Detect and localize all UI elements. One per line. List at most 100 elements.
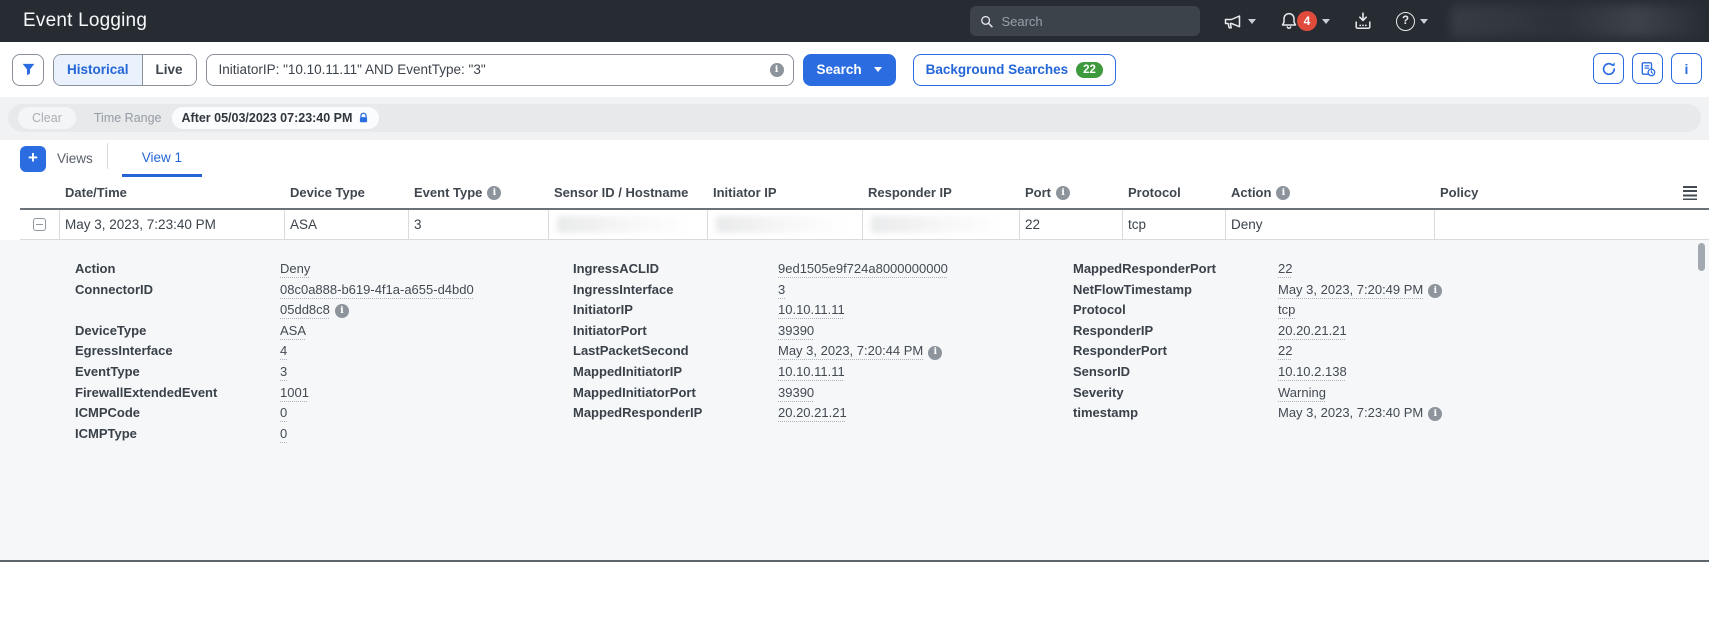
query-info-icon[interactable]: [770, 63, 784, 77]
user-account-redacted[interactable]: [1451, 5, 1701, 37]
info-button[interactable]: i: [1671, 53, 1702, 84]
info-icon[interactable]: [928, 346, 942, 360]
detail-value-text[interactable]: Deny: [280, 261, 310, 276]
table-row[interactable]: May 3, 2023, 7:23:40 PM ASA 3 22 tcp Den…: [20, 210, 1709, 240]
divider: [107, 143, 108, 169]
detail-field-value: 10.10.11.11: [778, 362, 1078, 383]
column-header-policy[interactable]: Policy: [1435, 185, 1683, 200]
announcements-button[interactable]: [1223, 12, 1256, 30]
vertical-scrollbar-thumb[interactable]: [1698, 243, 1705, 271]
detail-field-label: EventType: [75, 362, 280, 383]
detail-field-label: NetFlowTimestamp: [1073, 280, 1278, 301]
filter-funnel-icon: [21, 62, 36, 77]
info-icon[interactable]: [487, 186, 501, 200]
detail-value-text[interactable]: 3: [280, 364, 287, 379]
detail-value-text[interactable]: 3: [778, 282, 785, 297]
detail-value-text[interactable]: May 3, 2023, 7:20:44 PM: [778, 343, 923, 358]
detail-value-text[interactable]: 22: [1278, 343, 1292, 358]
cell-sensor-id: [549, 210, 708, 239]
detail-value-text[interactable]: 39390: [778, 385, 814, 400]
detail-value-text[interactable]: 0: [280, 426, 287, 441]
detail-field-value: 9ed1505e9f724a8000000000: [778, 259, 1078, 280]
detail-value-text[interactable]: Warning: [1278, 385, 1326, 400]
row-select-cell: [20, 210, 60, 239]
detail-field-value: May 3, 2023, 7:20:44 PM: [778, 341, 1078, 362]
detail-value-text[interactable]: 0: [280, 405, 287, 420]
cell-port: 22: [1020, 210, 1123, 239]
detail-field-value: ASA: [280, 321, 475, 342]
detail-field-label: MappedInitiatorPort: [573, 383, 778, 404]
notifications-button[interactable]: 4: [1279, 11, 1330, 31]
detail-value-text[interactable]: May 3, 2023, 7:20:49 PM: [1278, 282, 1423, 297]
cell-initiator-ip: [708, 210, 863, 239]
detail-value-text[interactable]: 20.20.21.21: [778, 405, 847, 420]
tab-live[interactable]: Live: [142, 55, 196, 85]
info-icon[interactable]: [1428, 284, 1442, 298]
detail-value-text[interactable]: 1001: [280, 385, 309, 400]
info-icon[interactable]: [335, 304, 349, 318]
detail-field-value: 39390: [778, 383, 1078, 404]
column-header-protocol[interactable]: Protocol: [1123, 185, 1226, 200]
column-header-event-type[interactable]: Event Type: [409, 185, 549, 200]
detail-value-text[interactable]: ASA: [280, 323, 306, 338]
info-icon[interactable]: [1056, 186, 1070, 200]
detail-row: DeviceType ASA: [75, 321, 475, 342]
column-settings-icon[interactable]: [1683, 186, 1697, 200]
background-searches-label: Background Searches: [926, 62, 1069, 77]
detail-value-text[interactable]: 10.10.2.138: [1278, 364, 1347, 379]
detail-field-label: MappedResponderIP: [573, 403, 778, 424]
detail-value-text[interactable]: 10.10.11.11: [778, 302, 845, 317]
detail-field-label: Action: [75, 259, 280, 280]
refresh-button[interactable]: [1593, 53, 1624, 84]
search-button[interactable]: Search: [803, 54, 896, 86]
info-icon[interactable]: [1428, 407, 1442, 421]
tab-view-1[interactable]: View 1: [122, 140, 202, 177]
info-icon[interactable]: [1276, 186, 1290, 200]
global-search-box[interactable]: [970, 6, 1200, 36]
detail-row: NetFlowTimestamp May 3, 2023, 7:20:49 PM: [1073, 280, 1578, 301]
background-searches-button[interactable]: Background Searches 22: [913, 54, 1116, 86]
tab-historical[interactable]: Historical: [54, 55, 142, 85]
collapse-row-icon[interactable]: [33, 218, 46, 231]
column-header-action[interactable]: Action: [1226, 185, 1435, 200]
column-header-initiator-ip[interactable]: Initiator IP: [708, 185, 863, 200]
time-range-value: After 05/03/2023 07:23:40 PM: [182, 111, 353, 125]
add-view-button[interactable]: [20, 146, 46, 172]
detail-field-value: May 3, 2023, 7:23:40 PM: [1278, 403, 1578, 424]
time-range-chip[interactable]: After 05/03/2023 07:23:40 PM: [172, 107, 380, 129]
detail-row: IngressInterface 3: [573, 280, 1078, 301]
detail-field-value: 22: [1278, 259, 1578, 280]
caret-down-icon: [1248, 19, 1256, 24]
detail-row: MappedInitiatorIP 10.10.11.11: [573, 362, 1078, 383]
column-header-responder-ip[interactable]: Responder IP: [863, 185, 1020, 200]
column-header-port[interactable]: Port: [1020, 185, 1123, 200]
detail-value-text[interactable]: 22: [1278, 261, 1292, 276]
detail-value-text[interactable]: May 3, 2023, 7:23:40 PM: [1278, 405, 1423, 420]
column-header-sensor-id[interactable]: Sensor ID / Hostname: [549, 185, 708, 200]
detail-field-value: 10.10.11.11: [778, 300, 1078, 321]
detail-value-text[interactable]: 20.20.21.21: [1278, 323, 1347, 338]
filter-button[interactable]: [12, 54, 44, 86]
clear-filters-button[interactable]: Clear: [18, 107, 76, 129]
column-header-datetime[interactable]: Date/Time: [60, 185, 285, 200]
global-search-input[interactable]: [1001, 14, 1190, 29]
detail-value-text[interactable]: 4: [280, 343, 287, 358]
detail-field-label: MappedInitiatorIP: [573, 362, 778, 383]
downloads-button[interactable]: [1353, 11, 1373, 31]
detail-value-text[interactable]: 39390: [778, 323, 814, 338]
detail-field-label: FirewallExtendedEvent: [75, 383, 280, 404]
detail-value-text[interactable]: 08c0a888-b619-4f1a-a655-d4bd005dd8c8: [280, 282, 474, 318]
detail-field-value: 3: [280, 362, 475, 383]
help-button[interactable]: [1396, 12, 1428, 31]
search-history-button[interactable]: [1632, 53, 1663, 84]
query-input[interactable]: [206, 54, 794, 86]
table-header: Date/Time Device Type Event Type Sensor …: [20, 177, 1709, 210]
detail-value-text[interactable]: 10.10.11.11: [778, 364, 845, 379]
cell-action: Deny: [1226, 210, 1435, 239]
detail-value-text[interactable]: 9ed1505e9f724a8000000000: [778, 261, 948, 276]
detail-row: IngressACLID 9ed1505e9f724a8000000000: [573, 259, 1078, 280]
views-tab-bar: Views View 1: [0, 140, 1709, 177]
detail-value-text[interactable]: tcp: [1278, 302, 1295, 317]
downloads-tray-icon: [1353, 11, 1373, 31]
column-header-device-type[interactable]: Device Type: [285, 185, 409, 200]
